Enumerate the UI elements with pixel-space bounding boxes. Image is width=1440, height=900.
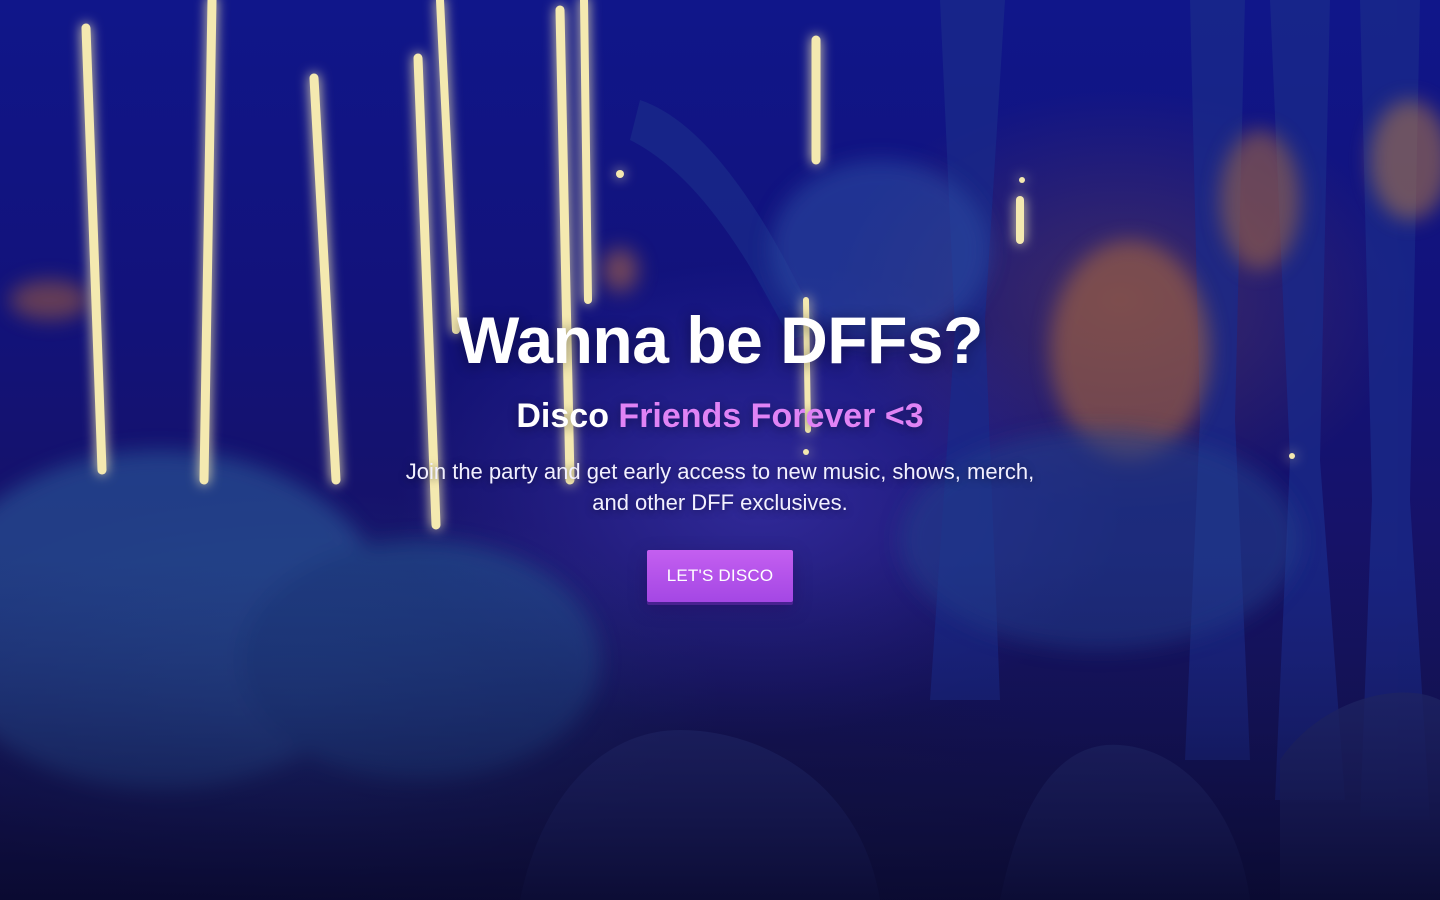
lets-disco-button[interactable]: LET'S DISCO bbox=[647, 550, 793, 602]
hero-section: Wanna be DFFs? Disco Friends Forever <3 … bbox=[0, 0, 1440, 900]
hero-subtitle: Disco Friends Forever <3 bbox=[0, 394, 1440, 438]
subtitle-plain: Disco bbox=[516, 397, 609, 435]
hero-description: Join the party and get early access to n… bbox=[405, 459, 1035, 515]
hero-title: Wanna be DFFs? bbox=[457, 303, 983, 377]
subtitle-accent: Friends Forever <3 bbox=[618, 397, 924, 435]
hero-content: Wanna be DFFs? Disco Friends Forever <3 … bbox=[0, 300, 1440, 602]
